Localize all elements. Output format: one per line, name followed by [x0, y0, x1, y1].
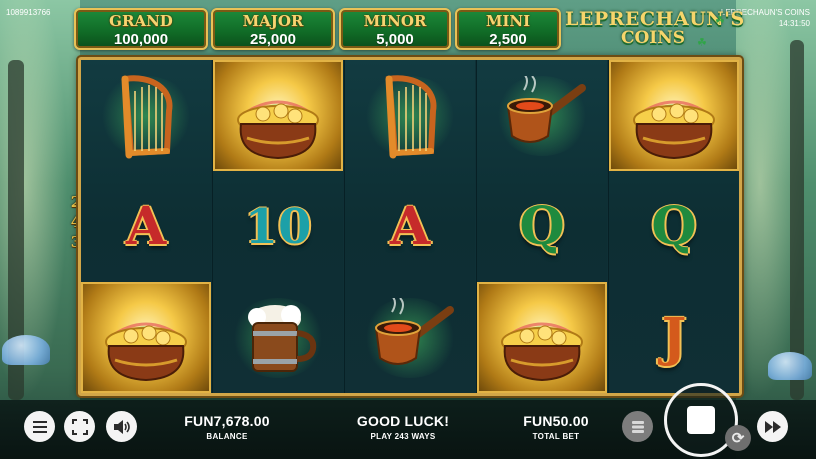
symbol-pipe — [345, 282, 475, 393]
stop-icon — [687, 406, 715, 434]
pot-of-gold-icon — [105, 322, 187, 382]
tree-trunk-right — [790, 40, 804, 400]
jackpot-grand: GRAND 100,000 — [74, 8, 208, 50]
good-luck-message: GOOD LUCK! — [356, 413, 450, 429]
symbol-pipe — [477, 60, 607, 171]
jackpot-major-name: MAJOR — [242, 12, 304, 30]
symbol-pot-of-gold — [609, 60, 739, 171]
symbol-harp — [81, 60, 211, 171]
jackpot-mini-value: 2,500 — [489, 31, 527, 48]
pot-of-gold-icon — [501, 322, 583, 382]
autoplay-toggle-button[interactable]: ⟳ — [725, 425, 751, 451]
speaker-icon — [113, 419, 130, 434]
fast-forward-button[interactable] — [757, 411, 788, 442]
mushroom-left — [2, 335, 50, 365]
logo-title-line2: COINS — [620, 28, 686, 48]
game-logo: LEPRECHAUN'S COINS ☘ ☘ — [565, 6, 744, 56]
pot-of-gold-icon — [633, 100, 715, 160]
pot-of-gold-icon — [237, 100, 319, 160]
forest-background-right — [736, 0, 816, 459]
pipe-icon — [374, 297, 454, 365]
round-id-text: 1089913766 — [6, 8, 51, 17]
jackpot-minor-value: 5,000 — [376, 31, 414, 48]
fast-forward-icon — [764, 420, 781, 433]
symbol-letter-a: A — [81, 171, 211, 282]
letter-a-symbol: A — [389, 196, 431, 257]
jackpot-major: MAJOR 25,000 — [211, 8, 335, 50]
letter-a-symbol: A — [125, 196, 167, 257]
mushroom-right — [768, 352, 812, 380]
beer-mug-icon — [248, 304, 317, 372]
clover-icon: ☘ — [697, 37, 707, 49]
ways-label: PLAY 243 WAYS — [370, 432, 436, 441]
clover-icon: ☘ — [715, 15, 725, 27]
reel-5: Q J — [609, 60, 739, 393]
bet-display[interactable]: FUN50.00 TOTAL BET — [504, 413, 608, 441]
clock-text: 14:31:50 — [778, 19, 810, 28]
balance-value: FUN7,678.00 — [184, 413, 270, 429]
fullscreen-button[interactable] — [64, 411, 95, 442]
jackpot-minor-name: MINOR — [363, 12, 427, 30]
total-bet-label: TOTAL BET — [532, 432, 580, 441]
reel-frame: A 10 A Q Q J — [78, 57, 742, 396]
jackpot-minor: MINOR 5,000 — [339, 8, 451, 50]
balance-label: BALANCE — [206, 432, 248, 441]
jackpot-grand-value: 100,000 — [113, 31, 169, 48]
letter-j-symbol: J — [661, 307, 687, 368]
reel-3: A — [345, 60, 475, 393]
reel-1: A — [81, 60, 211, 393]
symbol-beer-mug — [213, 282, 343, 393]
sound-button[interactable] — [106, 411, 137, 442]
symbol-harp — [345, 60, 475, 171]
message-display: GOOD LUCK! PLAY 243 WAYS — [340, 413, 466, 441]
letter-q-symbol: Q — [651, 196, 697, 257]
pipe-icon — [506, 75, 586, 143]
total-bet-value: FUN50.00 — [523, 413, 589, 429]
symbol-letter-a: A — [345, 171, 475, 282]
menu-button[interactable] — [24, 411, 55, 442]
balance-display: FUN7,678.00 BALANCE — [175, 413, 279, 441]
number-10-symbol: 10 — [244, 198, 312, 255]
coin-stack-icon — [631, 420, 644, 433]
symbol-letter-q: Q — [609, 171, 739, 282]
bet-settings-button[interactable] — [622, 411, 653, 442]
jackpot-mini-name: MINI — [485, 12, 531, 30]
reel-4: Q — [477, 60, 607, 393]
refresh-icon: ⟳ — [731, 430, 745, 447]
jackpot-mini: MINI 2,500 — [455, 8, 561, 50]
symbol-letter-j: J — [609, 282, 739, 393]
symbol-number-10: 10 — [213, 171, 343, 282]
symbol-pot-of-gold — [213, 60, 343, 171]
harp-icon — [385, 74, 437, 158]
symbol-letter-q: Q — [477, 171, 607, 282]
jackpot-major-value: 25,000 — [250, 31, 296, 48]
menu-icon — [32, 420, 47, 433]
letter-q-symbol: Q — [519, 196, 565, 257]
fullscreen-icon — [71, 418, 88, 435]
symbol-pot-of-gold — [477, 282, 607, 393]
jackpot-grand-name: GRAND — [109, 12, 173, 30]
symbol-pot-of-gold — [81, 282, 211, 393]
harp-icon — [121, 74, 173, 158]
reel-2: 10 — [213, 60, 343, 393]
